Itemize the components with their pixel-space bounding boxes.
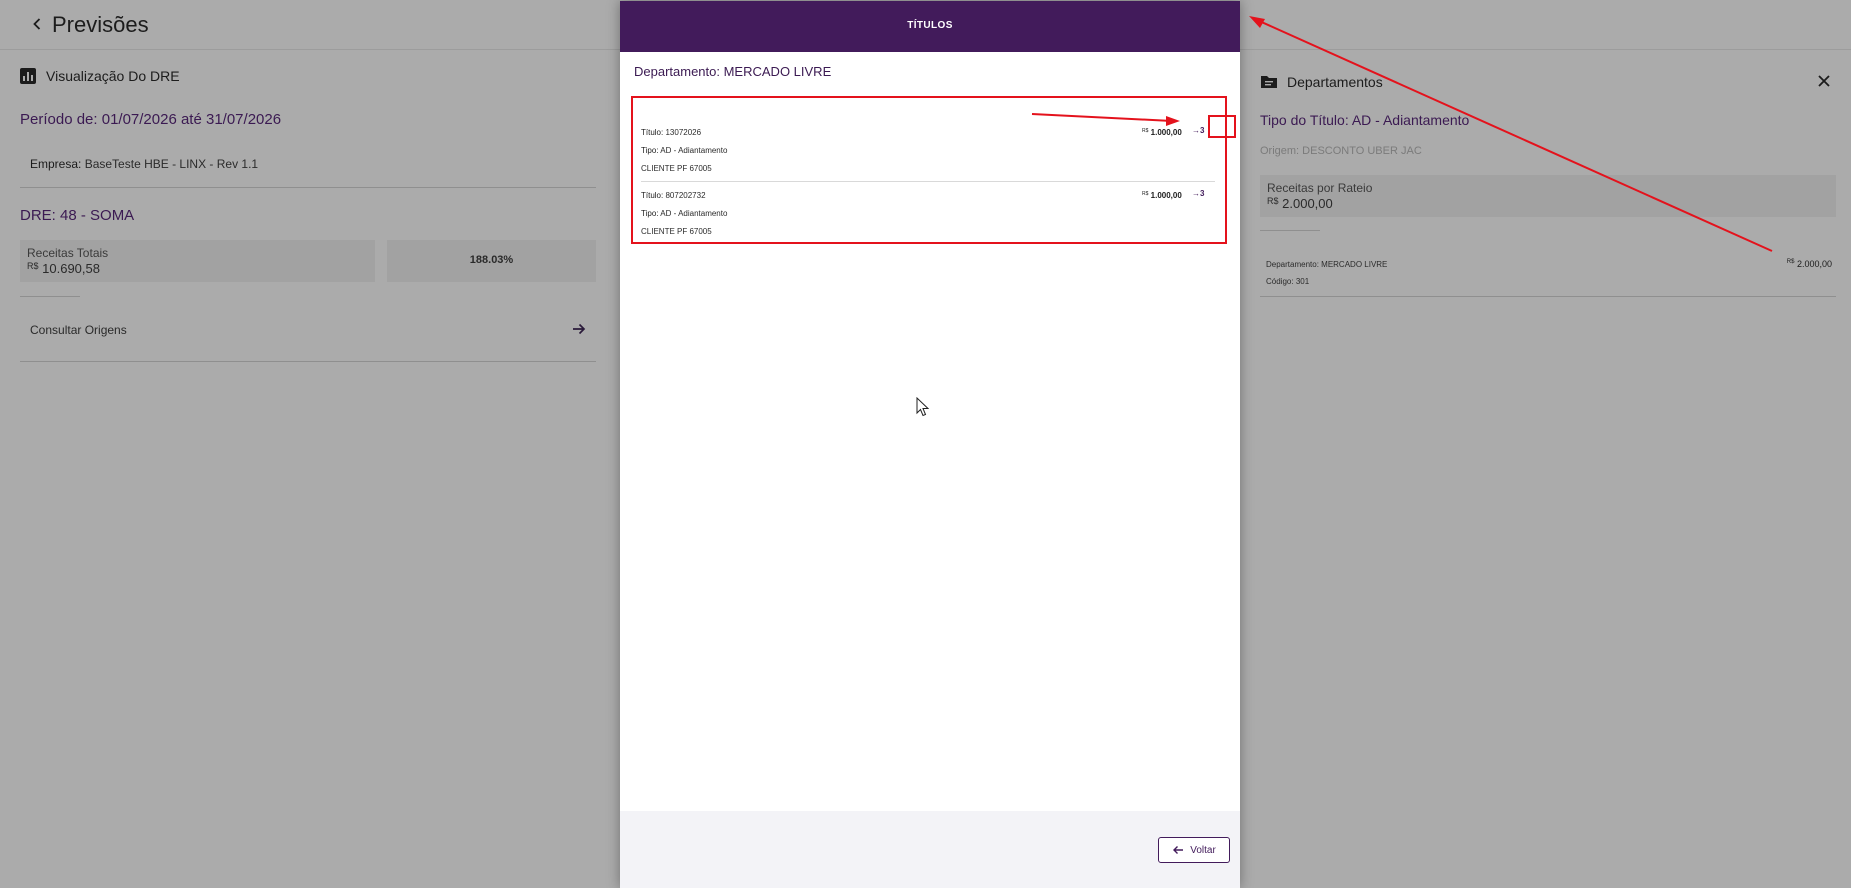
title-amount-value: 1.000,00 — [1150, 191, 1182, 200]
dre-section-title: Visualização Do DRE — [46, 68, 180, 84]
modal-header: TÍTULOS — [620, 1, 1240, 52]
page-title: Previsões — [52, 12, 149, 37]
consult-origins-link[interactable]: Consultar Origens — [30, 323, 127, 337]
divider — [20, 187, 596, 188]
modal-title: TÍTULOS — [907, 20, 953, 31]
title-amount: R$ 1.000,00 — [1142, 191, 1182, 200]
departments-title: Departamentos — [1287, 74, 1383, 90]
total-revenue-card: Receitas Totais R$ 10.690,58 — [20, 240, 375, 282]
divider — [1260, 230, 1320, 231]
title-number: 807202732 — [665, 191, 706, 200]
apportion-revenue-label: Receitas por Rateio — [1267, 181, 1373, 195]
currency-symbol: R$ — [1786, 259, 1795, 265]
apportion-revenue-value: R$ 2.000,00 — [1267, 196, 1333, 211]
type-value: AD - Adiantamento — [660, 209, 728, 218]
company-value: BaseTeste HBE - LINX - Rev 1.1 — [84, 157, 259, 171]
period-text: Período de: 01/07/2026 até 31/07/2026 — [20, 111, 282, 128]
title-label: Título: — [641, 191, 664, 200]
dre-title: DRE: 48 - SOMA — [20, 207, 135, 224]
title-line: Título: 807202732 — [641, 191, 706, 200]
open-title-button[interactable]: →3 — [1192, 126, 1204, 135]
company-label: Empresa: — [30, 157, 82, 171]
folder-icon — [1261, 76, 1277, 88]
total-revenue-value: R$ 10.690,58 — [27, 261, 100, 276]
currency-symbol: R$ — [1142, 128, 1149, 134]
currency-symbol: R$ — [1142, 191, 1149, 197]
code-label: Código: — [1266, 277, 1294, 286]
arrow-left-icon — [1173, 846, 1184, 854]
divider — [20, 361, 596, 362]
department-label: Departamento: — [1266, 260, 1319, 269]
title-number: 13072026 — [665, 128, 702, 137]
percent-value: 188.03% — [469, 254, 514, 266]
title-line: Título: 13072026 — [641, 128, 701, 137]
code-value: 301 — [1295, 277, 1310, 286]
annotation-highlight-box — [1208, 115, 1236, 138]
currency-symbol: R$ — [27, 261, 39, 271]
currency-symbol: R$ — [1267, 196, 1279, 206]
titles-modal: TÍTULOS Departamento: MERCADO LIVRE Títu… — [620, 1, 1240, 888]
dre-section-header: Visualização Do DRE — [20, 66, 180, 86]
client-name: CLIENTE PF 67005 — [641, 164, 712, 173]
type-label: Tipo: — [641, 209, 659, 218]
title-type: Tipo do Título: AD - Adiantamento — [1260, 112, 1470, 128]
department-amount: R$ 2.000,00 — [1787, 259, 1832, 269]
divider — [1260, 296, 1836, 297]
divider — [20, 296, 80, 297]
apportion-revenue-amount: 2.000,00 — [1282, 196, 1333, 211]
arrow-right-icon[interactable] — [570, 320, 588, 338]
modal-footer: Voltar — [620, 811, 1240, 888]
type-value: AD - Adiantamento — [660, 146, 728, 155]
total-revenue-amount: 10.690,58 — [42, 261, 100, 276]
client-name: CLIENTE PF 67005 — [641, 227, 712, 236]
mouse-cursor-icon — [916, 397, 930, 417]
titles-list: Título: 13072026 Tipo: AD - Adiantamento… — [631, 96, 1236, 244]
company-text: Empresa: BaseTeste HBE - LINX - Rev 1.1 — [30, 157, 258, 171]
back-button[interactable]: Voltar — [1158, 837, 1230, 863]
department-line: Departamento: MERCADO LIVRE — [1266, 260, 1387, 269]
department-value: MERCADO LIVRE — [1321, 260, 1388, 269]
bar-chart-icon — [20, 68, 36, 84]
type-line: Tipo: AD - Adiantamento — [641, 209, 727, 218]
type-line: Tipo: AD - Adiantamento — [641, 146, 727, 155]
list-divider — [641, 181, 1215, 182]
department-amount-value: 2.000,00 — [1796, 259, 1832, 269]
total-revenue-label: Receitas Totais — [27, 246, 109, 260]
close-icon[interactable] — [1815, 72, 1833, 90]
percent-card: 188.03% — [387, 240, 596, 282]
type-label: Tipo: — [641, 146, 659, 155]
code-line: Código: 301 — [1266, 277, 1309, 286]
open-title-button[interactable]: →3 — [1192, 189, 1204, 198]
origin-text: Origem: DESCONTO UBER JAC — [1260, 145, 1422, 157]
modal-department: Departamento: MERCADO LIVRE — [634, 64, 832, 79]
title-amount: R$ 1.000,00 — [1142, 128, 1182, 137]
title-amount-value: 1.000,00 — [1150, 128, 1182, 137]
chevron-left-icon[interactable] — [27, 14, 47, 34]
back-button-label: Voltar — [1190, 844, 1216, 856]
apportion-revenue-card: Receitas por Rateio R$ 2.000,00 — [1260, 175, 1836, 217]
title-label: Título: — [641, 128, 664, 137]
